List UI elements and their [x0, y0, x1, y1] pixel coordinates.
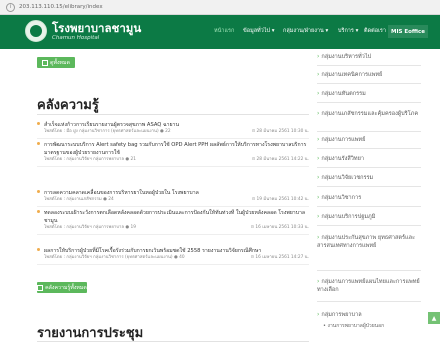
nav-services[interactable]: บริการ ▾: [338, 27, 358, 35]
article-title[interactable]: ผลการให้บริการผู้ป่วยที่มีโรคเรื้อรังร่ว…: [37, 247, 309, 255]
article-date: ⊙ 16 เมษายน 2561 10:33 น.: [250, 225, 309, 230]
main-nav: หน้าแรก ข้อมูลทั่วไป ▾ กลุ่มงาน/ฝ่ายงาน …: [0, 25, 440, 39]
article-meta: โพสต์โดย : กลุ่มงานวิจัยฯ กลุ่มการพยาบาล…: [44, 157, 309, 162]
chevron-right-icon: ›: [317, 155, 320, 162]
article-meta: โพสต์โดย : กลุ่มงานวิจัยฯ กลุ่มงานวิชากา…: [44, 255, 309, 260]
mis-eoffice-button[interactable]: MIS Eoffice: [388, 25, 428, 38]
article-meta: โพสต์โดย : กลุ่มงานวิจัยฯ กลุ่มการพยาบาล…: [44, 225, 309, 230]
browser-address-bar[interactable]: i 203.113.110.15/elibrary/index: [0, 0, 440, 15]
chevron-right-icon: ›: [317, 278, 320, 285]
chevron-right-icon: ›: [317, 110, 320, 117]
sidebar-item-primary-care[interactable]: › กลุ่มงานบริการปฐมภูมิ: [317, 213, 421, 221]
chevron-right-icon: ›: [317, 53, 320, 60]
main-content: ดูทั้งหมด คลังความรู้ สำเร็จแห่งก้าวการเ…: [0, 49, 310, 347]
chevron-right-icon: ›: [317, 234, 320, 241]
article-item[interactable]: ผลการให้บริการผู้ป่วยที่มีโรคเรื้อรังร่ว…: [37, 247, 309, 265]
view-all-button[interactable]: ดูทั้งหมด: [37, 57, 75, 68]
sidebar-item-medical-tech[interactable]: › กลุ่มงานเทคนิคการแพทย์: [317, 71, 421, 79]
article-meta: โพสต์โดย : กลุ่มงานเภสัชกรรม ● 24 ⊙ 19 มี…: [44, 197, 309, 202]
bullet-icon: [37, 142, 40, 145]
chevron-right-icon: ›: [317, 174, 320, 181]
sidebar-subitem-outpatient[interactable]: • งานการพยาบาลผู้ป่วยนอก: [323, 322, 384, 330]
article-meta: โพสต์โดย : มือ ฝูง กลุ่มงานวิชาการ (ยุทธ…: [44, 129, 309, 134]
nav-home[interactable]: หน้าแรก: [214, 27, 234, 35]
nav-departments[interactable]: กลุ่มงาน/ฝ่ายงาน ▾: [283, 27, 328, 35]
bullet-icon: [37, 248, 40, 251]
sidebar-item-thai-medicine[interactable]: › กลุ่มงานการแพทย์แผนไทยและการแพทย์ทางเลื…: [317, 278, 421, 294]
url-text: 203.113.110.15/elibrary/index: [19, 4, 103, 10]
scroll-top-button[interactable]: ▲: [428, 312, 440, 324]
knowledge-all-button[interactable]: คลังความรู้ทั้งหมด: [37, 282, 87, 293]
article-item[interactable]: สำเร็จแห่งก้าวการเรียนรายงานผู้ตรวจสุขภา…: [37, 121, 309, 139]
chevron-right-icon: ›: [317, 71, 320, 78]
info-icon[interactable]: i: [6, 2, 15, 12]
sidebar-item-medical[interactable]: › กลุ่มงานการแพทย์: [317, 136, 421, 144]
article-date: ⊙ 16 เมษายน 2561 14:27 น.: [250, 255, 309, 260]
list-icon: [42, 59, 49, 66]
bullet-icon: [37, 190, 40, 193]
sidebar-item-general-admin[interactable]: › กลุ่มงานบริหารทั่วไป: [317, 53, 421, 61]
sidebar-item-dental[interactable]: › กลุ่มงานทันตกรรม: [317, 90, 421, 98]
view-all-label: ดูทั้งหมด: [50, 59, 70, 66]
chevron-right-icon: ›: [317, 136, 320, 143]
nav-general-info[interactable]: ข้อมูลทั่วไป ▾: [243, 27, 275, 35]
sidebar-item-insurance[interactable]: › กลุ่มงานประกันสุขภาพ ยุทธศาสตร์และสารสน…: [317, 234, 421, 250]
sidebar-item-nursing[interactable]: › กลุ่มการพยาบาล: [317, 311, 421, 319]
article-title[interactable]: การลดความคลาดเคลื่อนของการบริหารยาในหอผู…: [37, 189, 309, 197]
article-item[interactable]: การพัฒนาระบบบริการ Alert safety bag รวมก…: [37, 141, 309, 167]
bullet-icon: [37, 210, 40, 213]
sidebar-item-pharmacy[interactable]: › กลุ่มงานเภสัชกรรมและคุ้มครองผู้บริโภค: [317, 110, 421, 118]
section-divider: [37, 341, 309, 342]
chevron-right-icon: ›: [317, 213, 320, 220]
article-date: ⊙ 19 มีนาคม 2561 10:42 น.: [251, 197, 309, 202]
sidebar: › กลุ่มงานบริหารทั่วไป › กลุ่มงานเทคนิคการ…: [313, 49, 440, 347]
chevron-right-icon: ›: [317, 194, 320, 201]
article-title[interactable]: สำเร็จแห่งก้าวการเรียนรายงานผู้ตรวจสุขภา…: [37, 121, 309, 129]
article-title[interactable]: การพัฒนาระบบบริการ Alert safety bag รวมก…: [37, 141, 309, 157]
nav-contact[interactable]: ติดต่อเรา: [364, 27, 386, 35]
knowledge-all-label: คลังความรู้ทั้งหมด: [45, 284, 87, 291]
section-divider: [37, 114, 309, 115]
sidebar-item-academic[interactable]: › กลุ่มงานวิชาการ: [317, 194, 421, 202]
article-date: ⊙ 28 มีนาคม 2561 14:22 น.: [251, 157, 309, 162]
knowledge-section-title: คลังความรู้: [37, 98, 99, 113]
article-title[interactable]: ทดลองระบบเฝ้าระวังการตกเลือดหลังคลอดด้วย…: [37, 209, 309, 225]
meetings-section-title: รายงานการประชุม: [37, 326, 144, 341]
list-icon: [37, 284, 44, 291]
article-date: ⊙ 28 มีนาคม 2561 10:30 น.: [251, 129, 309, 134]
sidebar-item-research[interactable]: › กลุ่มงานวิจัยเวชกรรม: [317, 174, 421, 182]
sidebar-item-radiology[interactable]: › กลุ่มงานรังสีวิทยา: [317, 155, 421, 163]
chevron-right-icon: ›: [317, 90, 320, 97]
article-item[interactable]: ทดลองระบบเฝ้าระวังการตกเลือดหลังคลอดด้วย…: [37, 209, 309, 235]
bullet-icon: [37, 122, 40, 125]
site-header: โรงพยาบาลชามูน Chamun Hospital หน้าแรก ข…: [0, 15, 440, 49]
chevron-up-icon: ▲: [431, 314, 437, 322]
article-item[interactable]: การลดความคลาดเคลื่อนของการบริหารยาในหอผู…: [37, 189, 309, 207]
chevron-right-icon: ›: [317, 311, 320, 318]
